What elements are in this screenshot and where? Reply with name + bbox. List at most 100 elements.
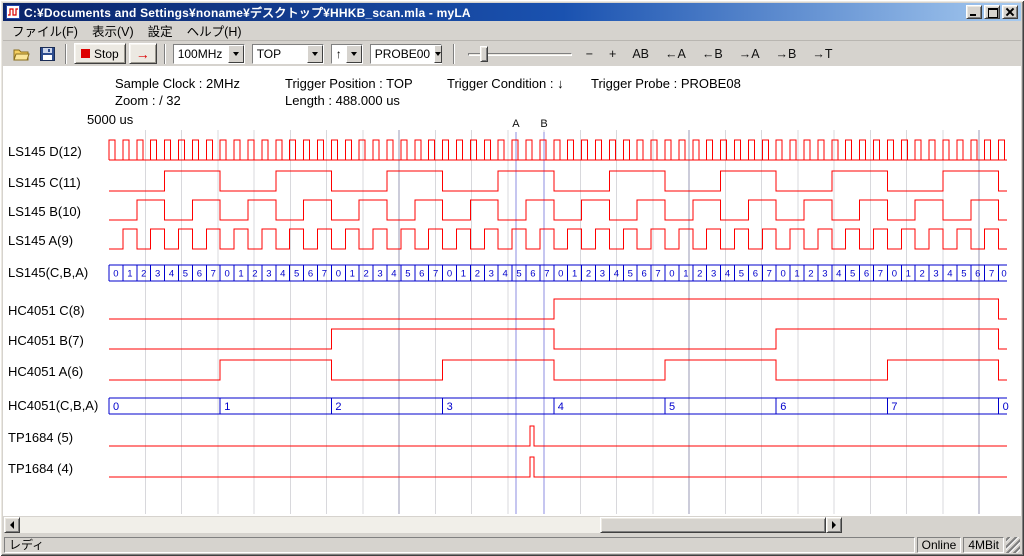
trigger-edge-combo[interactable]: ↑ bbox=[331, 44, 363, 64]
maximize-button[interactable] bbox=[984, 5, 1000, 19]
scroll-left-button[interactable] bbox=[4, 517, 20, 533]
svg-text:2: 2 bbox=[920, 269, 925, 280]
svg-text:4: 4 bbox=[558, 401, 564, 413]
scrollbar-strip bbox=[3, 516, 1021, 535]
svg-text:6: 6 bbox=[975, 269, 980, 280]
svg-text:7: 7 bbox=[767, 269, 772, 280]
svg-text:7: 7 bbox=[989, 269, 994, 280]
svg-text:1: 1 bbox=[906, 269, 911, 280]
svg-text:6: 6 bbox=[419, 269, 424, 280]
svg-text:0: 0 bbox=[892, 269, 897, 280]
svg-text:5: 5 bbox=[183, 269, 188, 280]
svg-text:0: 0 bbox=[1001, 269, 1006, 280]
svg-text:3: 3 bbox=[933, 269, 938, 280]
goto-marker-b-right-button[interactable]: →B bbox=[771, 45, 802, 63]
zoom-slider-thumb[interactable] bbox=[480, 46, 488, 62]
svg-text:5: 5 bbox=[669, 401, 675, 413]
svg-text:6: 6 bbox=[308, 269, 313, 280]
status-ready: レディ bbox=[4, 537, 915, 553]
svg-text:A: A bbox=[512, 118, 520, 130]
svg-text:B: B bbox=[540, 118, 547, 130]
trigger-probe-combo[interactable]: PROBE00 bbox=[370, 44, 442, 64]
goto-marker-a-left-button[interactable]: ←A bbox=[660, 45, 691, 63]
chevron-down-icon[interactable] bbox=[346, 45, 362, 63]
run-button[interactable]: → bbox=[129, 43, 157, 64]
trigger-position-combo[interactable]: TOP bbox=[252, 44, 324, 64]
svg-text:2: 2 bbox=[586, 269, 591, 280]
svg-text:5: 5 bbox=[739, 269, 744, 280]
horizontal-scrollbar[interactable] bbox=[4, 517, 842, 533]
save-button[interactable] bbox=[36, 43, 58, 65]
svg-text:0: 0 bbox=[669, 269, 674, 280]
stop-icon bbox=[81, 49, 90, 58]
app-window: C:¥Documents and Settings¥noname¥デスクトップ¥… bbox=[0, 0, 1024, 556]
title-bar[interactable]: C:¥Documents and Settings¥noname¥デスクトップ¥… bbox=[3, 3, 1021, 21]
goto-trigger-button[interactable]: →T bbox=[807, 45, 837, 63]
goto-marker-a-right-button[interactable]: →A bbox=[734, 45, 765, 63]
svg-text:0: 0 bbox=[225, 269, 230, 280]
svg-text:2: 2 bbox=[808, 269, 813, 280]
goto-marker-b-left-button[interactable]: ←B bbox=[697, 45, 728, 63]
trigger-edge-value: ↑ bbox=[332, 45, 346, 63]
svg-text:0: 0 bbox=[113, 401, 119, 413]
resize-grip-icon[interactable] bbox=[1006, 537, 1020, 553]
svg-text:2: 2 bbox=[252, 269, 257, 280]
trigger-probe-value: PROBE00 bbox=[371, 45, 434, 63]
svg-text:3: 3 bbox=[822, 269, 827, 280]
zoom-slider[interactable] bbox=[468, 44, 572, 64]
svg-text:3: 3 bbox=[377, 269, 382, 280]
zoom-ab-button[interactable]: AB bbox=[627, 45, 654, 63]
svg-text:4: 4 bbox=[169, 269, 174, 280]
menu-settings[interactable]: 設定 bbox=[141, 20, 180, 42]
toolbar-separator bbox=[164, 44, 166, 64]
zoom-out-button[interactable]: − bbox=[581, 45, 598, 63]
window-title: C:¥Documents and Settings¥noname¥デスクトップ¥… bbox=[24, 4, 966, 21]
menu-help[interactable]: ヘルプ(H) bbox=[180, 20, 249, 42]
svg-text:4: 4 bbox=[280, 269, 285, 280]
scroll-right-button[interactable] bbox=[826, 517, 842, 533]
svg-text:2: 2 bbox=[364, 269, 369, 280]
svg-text:6: 6 bbox=[864, 269, 869, 280]
svg-text:1: 1 bbox=[794, 269, 799, 280]
open-file-button[interactable] bbox=[11, 43, 33, 65]
stop-button[interactable]: Stop bbox=[74, 43, 126, 64]
svg-text:4: 4 bbox=[725, 269, 730, 280]
chevron-down-icon[interactable] bbox=[228, 45, 244, 63]
svg-text:1: 1 bbox=[350, 269, 355, 280]
svg-text:7: 7 bbox=[878, 269, 883, 280]
svg-text:7: 7 bbox=[655, 269, 660, 280]
toolbar-separator bbox=[65, 44, 67, 64]
svg-text:5: 5 bbox=[628, 269, 633, 280]
svg-text:6: 6 bbox=[780, 401, 786, 413]
menu-bar: ファイル(F) 表示(V) 設定 ヘルプ(H) bbox=[3, 22, 1021, 40]
chevron-down-icon[interactable] bbox=[307, 45, 323, 63]
svg-text:3: 3 bbox=[447, 401, 453, 413]
status-online: Online bbox=[917, 537, 962, 553]
svg-text:7: 7 bbox=[322, 269, 327, 280]
chevron-down-icon[interactable] bbox=[434, 45, 442, 63]
svg-text:1: 1 bbox=[683, 269, 688, 280]
svg-text:6: 6 bbox=[197, 269, 202, 280]
svg-text:2: 2 bbox=[697, 269, 702, 280]
menu-file[interactable]: ファイル(F) bbox=[5, 20, 85, 42]
svg-text:1: 1 bbox=[461, 269, 466, 280]
close-button[interactable] bbox=[1002, 5, 1018, 19]
svg-text:4: 4 bbox=[503, 269, 508, 280]
minimize-button[interactable] bbox=[966, 5, 982, 19]
scrollbar-thumb[interactable] bbox=[600, 517, 826, 533]
svg-text:1: 1 bbox=[127, 269, 132, 280]
stop-label: Stop bbox=[94, 47, 119, 61]
svg-text:0: 0 bbox=[447, 269, 452, 280]
waveform-plot[interactable]: AB01234567012345670123456701234567012345… bbox=[3, 66, 1021, 516]
menu-view[interactable]: 表示(V) bbox=[85, 20, 141, 42]
svg-text:7: 7 bbox=[211, 269, 216, 280]
zoom-in-button[interactable]: + bbox=[604, 45, 621, 63]
svg-text:0: 0 bbox=[558, 269, 563, 280]
sample-clock-combo[interactable]: 100MHz bbox=[173, 44, 245, 64]
svg-text:1: 1 bbox=[224, 401, 230, 413]
svg-text:3: 3 bbox=[711, 269, 716, 280]
svg-text:6: 6 bbox=[753, 269, 758, 280]
svg-text:3: 3 bbox=[600, 269, 605, 280]
svg-text:1: 1 bbox=[238, 269, 243, 280]
svg-text:5: 5 bbox=[516, 269, 521, 280]
